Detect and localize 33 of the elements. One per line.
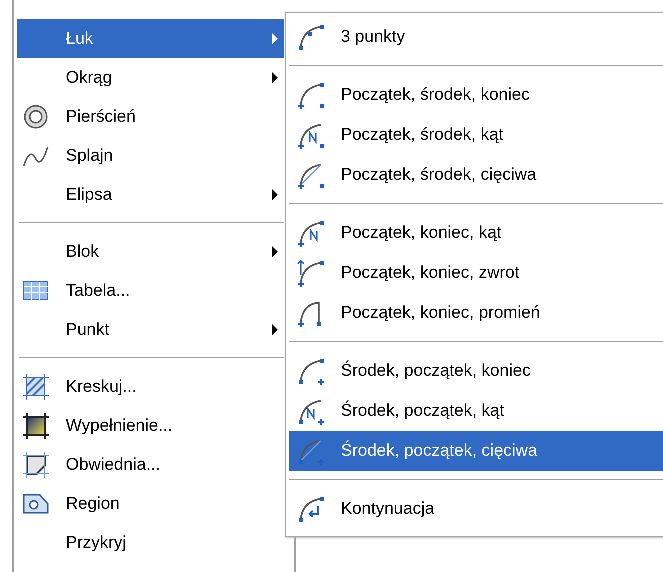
menu-item[interactable]: Region [17,484,284,523]
arc-icon [297,494,327,524]
menu-item[interactable]: Obwiednia... [17,445,284,484]
arc-icon [297,218,327,248]
menu-item[interactable]: Blok [17,232,284,271]
menu-item[interactable]: Początek, środek, cięciwa [289,155,663,195]
menu-item[interactable]: Punkt [17,310,284,349]
arc-icon [297,258,327,288]
menu-item[interactable]: Środek, początek, cięciwa [289,431,663,471]
menu-item[interactable]: Środek, początek, kąt [289,391,663,431]
menu-item[interactable]: Tabela... [17,271,284,310]
menu-item[interactable]: Środek, początek, koniec [289,351,663,391]
menu-item[interactable]: Kreskuj... [17,367,284,406]
menu-item[interactable]: 3 punkty [289,17,663,57]
menu-item[interactable]: Pierścień [17,97,284,136]
menu-item[interactable]: Początek, koniec, promień [289,293,663,333]
menu-item[interactable]: Splajn [17,136,284,175]
arc-icon [297,356,327,386]
arc-icon [297,22,327,52]
menu-item[interactable]: Wypełnienie... [17,406,284,445]
menu-item[interactable]: Początek, koniec, zwrot [289,253,663,293]
menu-item[interactable]: Przykryj [17,523,284,562]
menu-item[interactable]: Elipsa [17,175,284,214]
menu-item[interactable]: Początek, środek, kąt [289,115,663,155]
hatch-icon [21,372,51,402]
arc-icon [297,80,327,110]
menu-item[interactable]: Początek, koniec, kąt [289,213,663,253]
menu-item[interactable]: Okrąg [17,58,284,97]
boundary-icon [21,450,51,480]
menu-item[interactable]: Początek, środek, koniec [289,75,663,115]
menu-item[interactable]: Łuk [17,19,284,58]
gradient-fill-icon [21,410,51,440]
menu-item[interactable]: Kontynuacja [289,489,663,529]
